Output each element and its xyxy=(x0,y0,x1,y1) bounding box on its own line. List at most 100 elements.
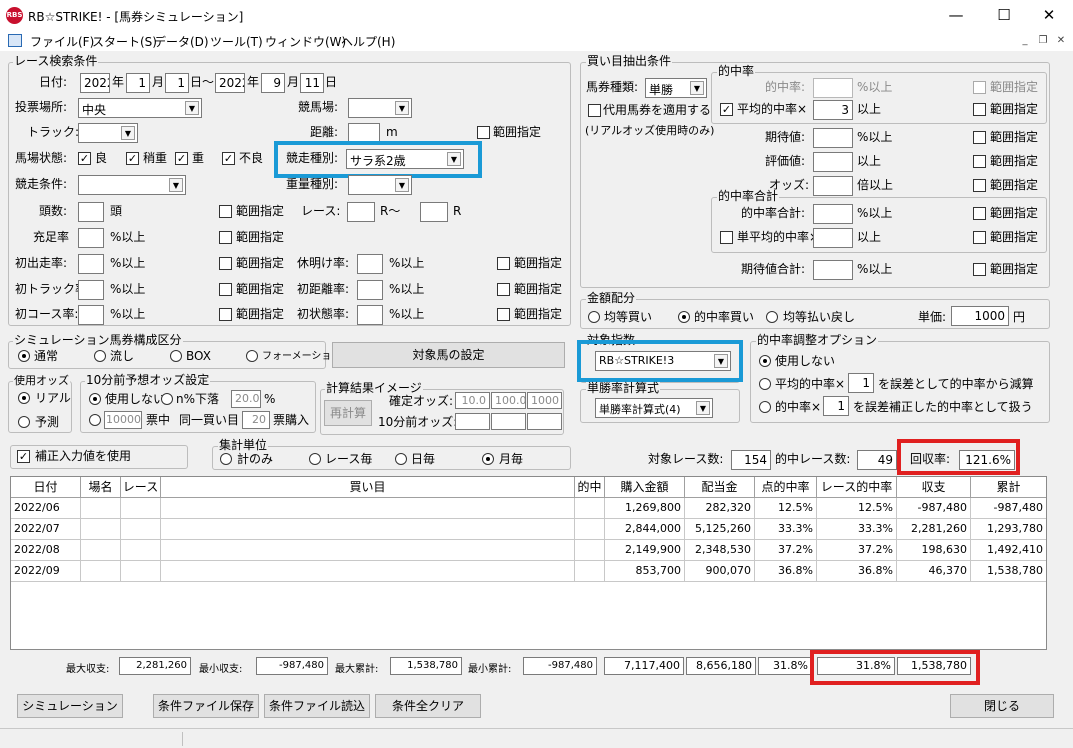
eval-field[interactable] xyxy=(813,152,853,172)
table-cell[interactable]: 2,348,530 xyxy=(685,540,755,561)
fill-range-checkbox[interactable] xyxy=(219,231,232,244)
fill-rate-field[interactable] xyxy=(78,228,104,248)
odds-field[interactable] xyxy=(813,176,853,196)
unit-price-field[interactable]: 1000 xyxy=(951,306,1009,326)
load-conditions-button[interactable]: 条件ファイル読込 xyxy=(264,694,370,718)
mdi-restore-button[interactable]: ❐ xyxy=(1034,34,1052,48)
sim-flow-radio[interactable] xyxy=(94,350,106,362)
distance-field[interactable] xyxy=(348,123,380,143)
table-cell[interactable]: 2,281,260 xyxy=(897,519,971,540)
odds10-votes-radio[interactable] xyxy=(89,414,101,426)
agg-day-radio[interactable] xyxy=(395,453,407,465)
sim-box-radio[interactable] xyxy=(170,350,182,362)
agg-total-radio[interactable] xyxy=(220,453,232,465)
table-cell[interactable] xyxy=(575,540,605,561)
col-payout[interactable]: 配当金 xyxy=(685,477,755,498)
race-from-field[interactable] xyxy=(347,202,375,222)
app-grid-icon[interactable] xyxy=(8,34,22,47)
col-buy-amount[interactable]: 購入金額 xyxy=(605,477,685,498)
rest-field[interactable] xyxy=(357,254,383,274)
menu-file[interactable]: ファイル(F) xyxy=(30,33,94,50)
condition-slightly-heavy-checkbox[interactable]: ✓ xyxy=(126,152,139,165)
target-horse-button[interactable]: 対象馬の設定 xyxy=(332,342,565,368)
rest-range-checkbox[interactable] xyxy=(497,257,510,270)
expected-sum-range-checkbox[interactable] xyxy=(973,263,986,276)
table-cell[interactable]: 900,070 xyxy=(685,561,755,582)
year-from-field[interactable]: 2022 xyxy=(80,73,110,93)
distance-range-checkbox[interactable] xyxy=(477,126,490,139)
money-equal-radio[interactable] xyxy=(588,311,600,323)
condition-good-checkbox[interactable]: ✓ xyxy=(78,152,91,165)
results-table[interactable]: 日付 場名 レース 買い目 的中 購入金額 配当金 点的中率 レース的中率 収支… xyxy=(10,476,1047,650)
table-cell[interactable]: 37.2% xyxy=(755,540,817,561)
col-point-hit[interactable]: 点的中率 xyxy=(755,477,817,498)
table-cell[interactable]: 1,269,800 xyxy=(605,498,685,519)
track-select[interactable]: ▼ xyxy=(78,123,138,143)
close-button[interactable]: 閉じる xyxy=(950,694,1054,718)
col-race[interactable]: レース xyxy=(121,477,161,498)
mdi-minimize-button[interactable]: _ xyxy=(1016,34,1034,48)
odds-range-checkbox[interactable] xyxy=(973,179,986,192)
mdi-close-button[interactable]: ✕ xyxy=(1052,34,1070,48)
menu-help[interactable]: ヘルプ(H) xyxy=(341,33,395,50)
table-cell[interactable]: 1,492,410 xyxy=(971,540,1046,561)
table-cell[interactable] xyxy=(81,498,121,519)
clear-conditions-button[interactable]: 条件全クリア xyxy=(375,694,481,718)
heads-field[interactable] xyxy=(78,202,104,222)
eval-range-checkbox[interactable] xyxy=(973,155,986,168)
table-cell[interactable]: 1,538,780 xyxy=(971,561,1046,582)
odds-real-radio[interactable] xyxy=(18,392,30,404)
single-avg-field[interactable] xyxy=(813,228,853,248)
col-cumulative[interactable]: 累計 xyxy=(971,477,1046,498)
table-cell[interactable]: -987,480 xyxy=(971,498,1046,519)
first-distance-field[interactable] xyxy=(357,280,383,300)
sim-formation-radio[interactable] xyxy=(246,350,258,362)
hit-rate-field[interactable] xyxy=(813,78,853,98)
day-to-field[interactable]: 11 xyxy=(300,73,324,93)
buy-count-field[interactable]: 20 xyxy=(242,411,270,429)
first-track-field[interactable] xyxy=(78,280,104,300)
table-cell[interactable]: 5,125,260 xyxy=(685,519,755,540)
close-window-button[interactable]: ✕ xyxy=(1025,0,1073,31)
table-cell[interactable] xyxy=(121,498,161,519)
table-cell[interactable] xyxy=(161,540,575,561)
avg-hit-field[interactable]: 3 xyxy=(813,100,853,120)
odds10-none-radio[interactable] xyxy=(89,393,101,405)
table-cell[interactable]: 282,320 xyxy=(685,498,755,519)
first-run-field[interactable] xyxy=(78,254,104,274)
table-cell[interactable] xyxy=(81,561,121,582)
table-cell[interactable]: 1,293,780 xyxy=(971,519,1046,540)
avg-range-checkbox[interactable] xyxy=(973,103,986,116)
table-cell[interactable]: 36.8% xyxy=(755,561,817,582)
menu-data[interactable]: データ(D) xyxy=(154,33,209,50)
first-distance-range-checkbox[interactable] xyxy=(497,283,510,296)
formula-select[interactable]: 単勝率計算式(4) ▼ xyxy=(595,398,713,418)
hit-sum-field[interactable] xyxy=(813,204,853,224)
col-date[interactable]: 日付 xyxy=(11,477,81,498)
adjust-avg-radio[interactable] xyxy=(759,378,771,390)
agg-race-radio[interactable] xyxy=(309,453,321,465)
month-to-field[interactable]: 9 xyxy=(261,73,285,93)
weight-type-select[interactable]: ▼ xyxy=(348,175,412,195)
menu-window[interactable]: ウィンドウ(W) xyxy=(265,33,346,50)
hit-sum-range-checkbox[interactable] xyxy=(973,207,986,220)
adjust-hit-field[interactable]: 1 xyxy=(823,396,849,416)
money-hit-radio[interactable] xyxy=(678,311,690,323)
table-cell[interactable]: 12.5% xyxy=(755,498,817,519)
adjust-hit-radio[interactable] xyxy=(759,401,771,413)
first-state-range-checkbox[interactable] xyxy=(497,308,510,321)
expected-sum-field[interactable] xyxy=(813,260,853,280)
table-cell[interactable]: 37.2% xyxy=(817,540,897,561)
table-cell[interactable] xyxy=(161,561,575,582)
odds-predict-radio[interactable] xyxy=(18,416,30,428)
table-cell[interactable]: 198,630 xyxy=(897,540,971,561)
proxy-bet-checkbox[interactable] xyxy=(588,104,601,117)
first-run-range-checkbox[interactable] xyxy=(219,257,232,270)
table-cell[interactable] xyxy=(575,561,605,582)
save-conditions-button[interactable]: 条件ファイル保存 xyxy=(153,694,259,718)
correction-checkbox[interactable]: ✓ xyxy=(17,450,30,463)
single-avg-range-checkbox[interactable] xyxy=(973,231,986,244)
first-track-range-checkbox[interactable] xyxy=(219,283,232,296)
odds10-drop-radio[interactable] xyxy=(161,393,173,405)
col-balance[interactable]: 収支 xyxy=(897,477,971,498)
